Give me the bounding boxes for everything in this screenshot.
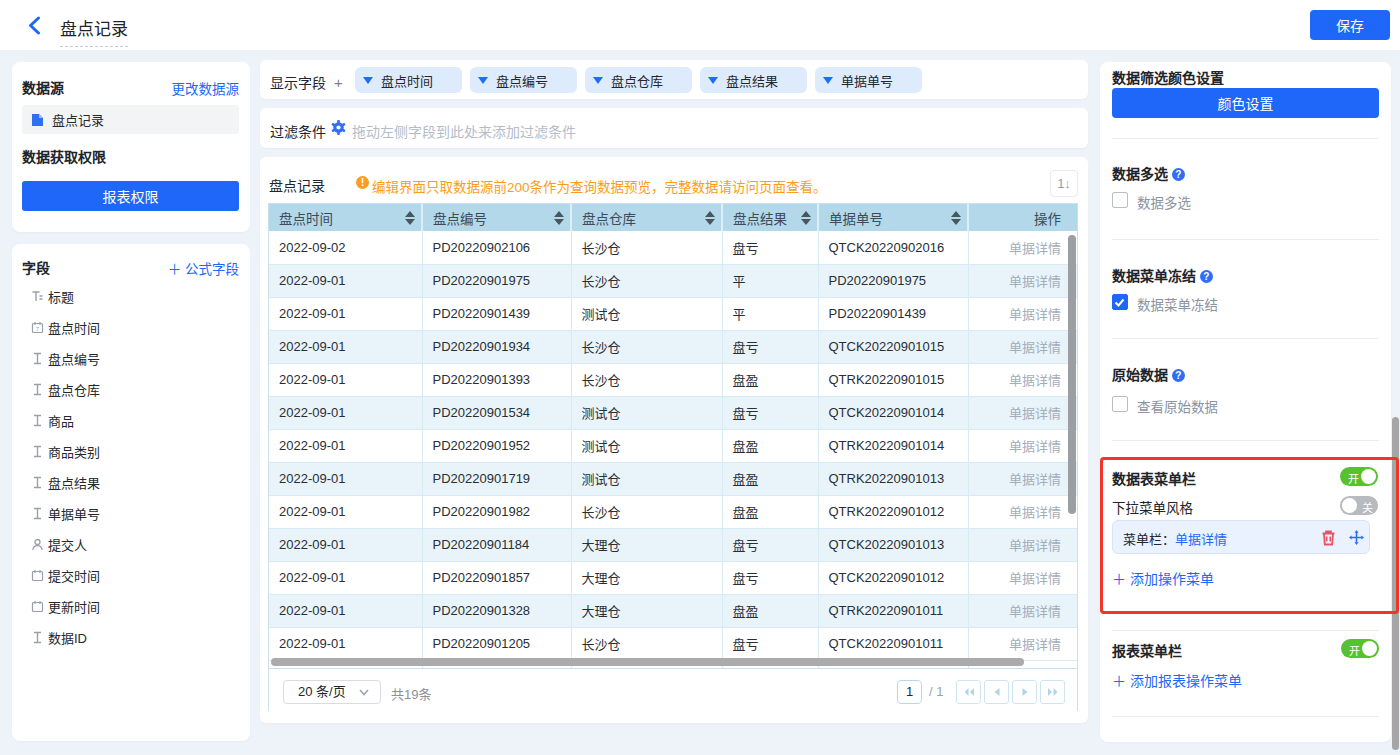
svg-text:7: 7 [36, 326, 40, 332]
